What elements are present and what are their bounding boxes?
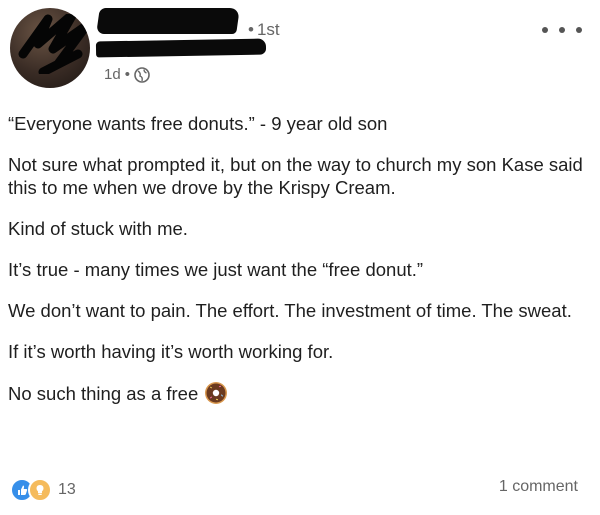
insightful-icon bbox=[28, 478, 52, 502]
more-options-button[interactable] bbox=[542, 22, 582, 38]
post-closing-line: No such thing as a free bbox=[8, 381, 588, 405]
connection-degree-text: 1st bbox=[256, 20, 280, 39]
author-name-redaction bbox=[96, 8, 240, 34]
post-age: 1d bbox=[104, 66, 121, 83]
author-headline-redaction bbox=[95, 38, 267, 58]
post-paragraph: It’s true - many times we just want the … bbox=[8, 259, 424, 280]
post-paragraph: If it’s worth having it’s worth working … bbox=[8, 341, 334, 362]
feed-post: • 1st 1d • “Everyone wants free donuts.” … bbox=[0, 0, 600, 515]
globe-icon bbox=[134, 66, 150, 83]
comments-link[interactable]: 1 comment bbox=[499, 478, 578, 496]
post-meta: 1d • bbox=[104, 66, 150, 83]
meta-separator: • bbox=[124, 66, 130, 83]
post-paragraph: “Everyone wants free donuts.” - 9 year o… bbox=[8, 113, 388, 134]
closing-text: No such thing as a free bbox=[8, 382, 199, 404]
post-paragraph: We don’t want to pain. The effort. The i… bbox=[8, 300, 572, 321]
author-avatar[interactable] bbox=[10, 8, 90, 88]
reaction-count: 13 bbox=[58, 481, 76, 498]
post-paragraph: Kind of stuck with me. bbox=[8, 218, 188, 239]
avatar-redaction bbox=[18, 14, 88, 74]
donut-emoji bbox=[205, 382, 228, 404]
connection-degree: • 1st bbox=[248, 20, 280, 39]
reactions-summary[interactable]: 13 bbox=[10, 478, 76, 502]
ellipsis-icon bbox=[542, 27, 548, 33]
post-paragraph: Not sure what prompted it, but on the wa… bbox=[8, 154, 583, 198]
post-body: “Everyone wants free donuts.” - 9 year o… bbox=[8, 112, 588, 423]
